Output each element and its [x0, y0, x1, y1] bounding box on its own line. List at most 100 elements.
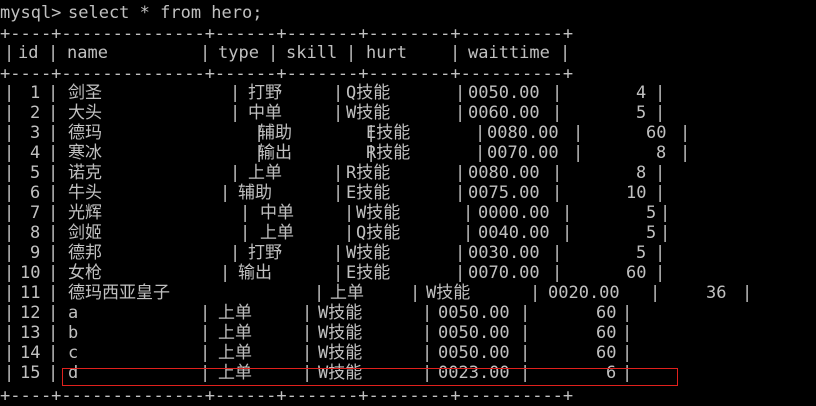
- column-separator: |: [463, 223, 474, 243]
- cell-skill: W技能: [346, 103, 391, 123]
- column-separator: |: [463, 203, 474, 223]
- cell-type: 上单: [218, 323, 252, 343]
- column-separator: |: [742, 283, 753, 303]
- column-separator: |: [302, 323, 313, 343]
- cell-hurt: 0070.00: [468, 263, 540, 283]
- header-name: name: [67, 43, 108, 63]
- column-separator: |: [333, 103, 344, 123]
- column-separator: |: [520, 323, 531, 343]
- cell-name: b: [68, 323, 79, 343]
- column-separator: |: [333, 183, 344, 203]
- column-separator: |: [240, 223, 251, 243]
- table-header-row: | id | name | type | skill | hurt | wait…: [4, 43, 571, 63]
- column-separator: |: [520, 303, 531, 323]
- cell-waittime: 60: [626, 263, 647, 283]
- cell-hurt: 0070.00: [487, 143, 559, 163]
- column-separator: |: [655, 183, 666, 203]
- column-separator: |: [48, 123, 59, 143]
- cell-id: 11: [20, 283, 41, 303]
- cell-name: 大头: [68, 103, 102, 123]
- column-separator: |: [552, 103, 563, 123]
- column-separator: |: [200, 343, 211, 363]
- column-separator: |: [200, 303, 211, 323]
- column-separator: |: [230, 243, 241, 263]
- table-row: | | | | | | | 14 c 上单 W技能 0050.00 60: [0, 343, 816, 363]
- cell-type: 上单: [330, 283, 364, 303]
- column-separator: |: [455, 183, 466, 203]
- cell-hurt: 0075.00: [468, 183, 540, 203]
- column-separator: |: [48, 183, 59, 203]
- cell-id: 8: [30, 223, 41, 243]
- cell-waittime: 8: [636, 163, 647, 183]
- cell-name: 牛头: [68, 183, 102, 203]
- cell-id: 9: [30, 243, 41, 263]
- column-separator: |: [455, 83, 466, 103]
- cell-name: 光辉: [68, 203, 102, 223]
- column-separator: |: [48, 103, 59, 123]
- cell-skill: R技能: [366, 143, 411, 163]
- table-row: | | | | | | | 10 女枪 输出 E技能 0070.00 60: [0, 263, 816, 283]
- column-separator: |: [4, 163, 15, 183]
- column-separator: |: [4, 263, 15, 283]
- column-separator: |: [573, 123, 584, 143]
- cell-hurt: 0040.00: [478, 223, 550, 243]
- column-separator: |: [552, 243, 563, 263]
- column-separator: |: [4, 183, 15, 203]
- column-separator: |: [333, 243, 344, 263]
- column-separator: |: [655, 263, 666, 283]
- cell-skill: W技能: [318, 323, 363, 343]
- terminal-window: mysql> select * from hero; +----+-------…: [0, 0, 816, 406]
- cell-id: 1: [30, 83, 41, 103]
- cell-id: 4: [30, 143, 41, 163]
- column-separator: |: [344, 223, 355, 243]
- cell-waittime: 10: [626, 183, 647, 203]
- cell-hurt: 0060.00: [468, 103, 540, 123]
- column-separator: |: [552, 163, 563, 183]
- cell-type: 打野: [248, 83, 282, 103]
- column-separator: |: [573, 143, 584, 163]
- column-separator: |: [333, 163, 344, 183]
- column-separator: |: [655, 103, 666, 123]
- column-separator: |: [4, 323, 15, 343]
- table-row: | | | | | | | 5 诺克 上单 R技能 0080.00 8: [0, 163, 816, 183]
- cell-skill: R技能: [346, 163, 391, 183]
- cell-waittime: 60: [596, 303, 617, 323]
- column-separator: |: [48, 163, 59, 183]
- cell-skill: W技能: [346, 243, 391, 263]
- column-separator: |: [333, 263, 344, 283]
- column-separator: |: [4, 363, 15, 383]
- column-separator: |: [48, 283, 59, 303]
- column-separator: |: [240, 203, 251, 223]
- column-separator: |: [622, 343, 633, 363]
- cell-name: 寒冰: [68, 143, 102, 163]
- column-separator: |: [4, 343, 15, 363]
- table-border-mid: +----+--------------+------+-------+----…: [0, 64, 574, 84]
- cell-waittime: 36: [706, 283, 727, 303]
- header-skill: skill: [286, 43, 338, 63]
- cell-type: 上单: [218, 343, 252, 363]
- column-separator: |: [4, 203, 15, 223]
- column-separator: |: [302, 303, 313, 323]
- column-separator: |: [455, 243, 466, 263]
- column-separator: |: [48, 263, 59, 283]
- column-separator: |: [655, 163, 666, 183]
- column-separator: |: [220, 263, 231, 283]
- column-separator: |: [530, 283, 541, 303]
- column-separator: |: [520, 343, 531, 363]
- cell-type: 输出: [258, 143, 292, 163]
- column-separator: |: [4, 143, 15, 163]
- cell-waittime: 60: [646, 123, 667, 143]
- cell-id: 13: [20, 323, 41, 343]
- cell-type: 辅助: [238, 183, 272, 203]
- column-separator: |: [230, 83, 241, 103]
- column-separator: |: [660, 223, 671, 243]
- table-row: | | | | | | | 6 牛头 辅助 E技能 0075.00 10: [0, 183, 816, 203]
- table-border-top: +----+--------------+------+-------+----…: [0, 24, 574, 44]
- column-separator: |: [655, 243, 666, 263]
- column-separator: |: [622, 303, 633, 323]
- column-separator: |: [650, 283, 661, 303]
- column-separator: |: [455, 263, 466, 283]
- column-separator: |: [422, 343, 433, 363]
- column-separator: |: [302, 343, 313, 363]
- column-separator: |: [4, 223, 15, 243]
